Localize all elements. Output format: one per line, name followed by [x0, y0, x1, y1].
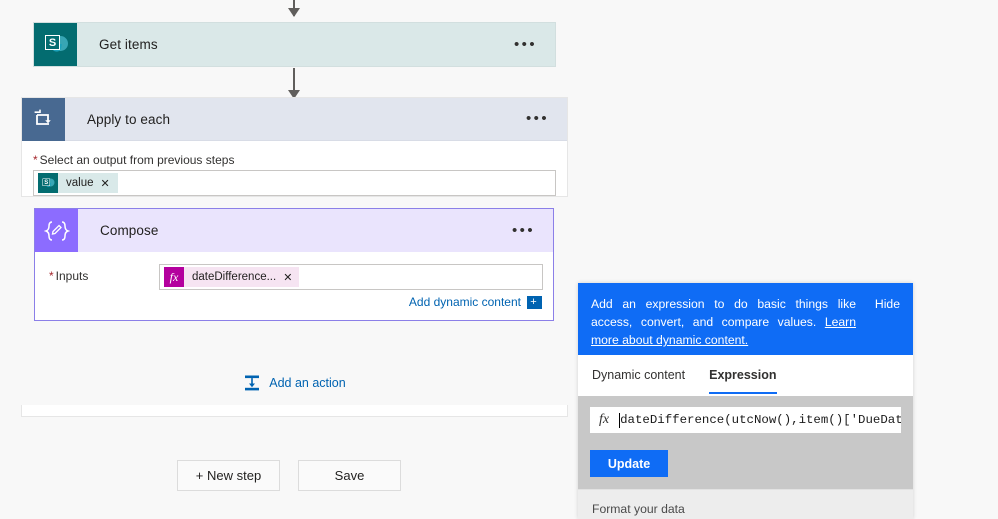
arrowhead-icon	[288, 8, 300, 17]
card-overflow-menu-button[interactable]: •••	[494, 223, 553, 238]
token-value[interactable]: S value ✕	[38, 173, 118, 193]
card-header: Compose •••	[35, 209, 553, 252]
connector-arrow-top	[288, 0, 300, 17]
plus-icon[interactable]: +	[527, 295, 542, 309]
token-expression[interactable]: fx dateDifference... ✕	[164, 267, 300, 287]
token-label: dateDifference...	[192, 271, 277, 283]
output-field-label: * Select an output from previous steps	[33, 153, 556, 167]
panel-banner-text: Add an expression to do basic things lik…	[591, 295, 900, 349]
action-card-apply-to-each[interactable]: Apply to each ••• * Select an output from…	[21, 97, 568, 197]
fx-icon: fx	[164, 267, 184, 287]
expression-input-value: dateDifference(utcNow(),item()['DueDate'…	[620, 413, 901, 427]
fx-icon: fx	[599, 412, 610, 427]
loop-icon	[22, 97, 65, 141]
action-card-get-items[interactable]: S Get items •••	[33, 22, 556, 67]
add-action-link[interactable]: Add an action	[269, 376, 345, 390]
apply-to-each-footer	[21, 405, 568, 417]
inputs-field-label-text: Inputs	[55, 269, 89, 283]
update-button-row: Update	[578, 444, 913, 489]
tab-expression[interactable]: Expression	[709, 357, 777, 394]
required-marker: *	[33, 153, 38, 167]
expression-editor-area: fx dateDifference(utcNow(),item()['DueDa…	[578, 396, 913, 444]
sharepoint-svg: S	[45, 35, 68, 52]
card-title: Apply to each	[87, 111, 171, 127]
card-overflow-menu-button[interactable]: •••	[508, 111, 567, 126]
panel-tab-list: Dynamic content Expression	[578, 355, 913, 396]
card-header: S Get items •••	[34, 23, 555, 66]
card-title: Compose	[100, 223, 159, 238]
compose-braces-icon	[35, 209, 78, 252]
compose-body: * Inputs fx dateDifference... ✕ Add dynam…	[35, 252, 553, 320]
action-card-compose[interactable]: Compose ••• * Inputs fx dateDifference...…	[34, 208, 554, 321]
loop-icon-glyph	[22, 97, 65, 141]
card-overflow-menu-button[interactable]: •••	[496, 37, 555, 52]
update-button[interactable]: Update	[590, 450, 668, 477]
token-remove-icon[interactable]: ✕	[101, 177, 112, 190]
output-select-input[interactable]: S value ✕	[33, 170, 556, 196]
card-title: Get items	[99, 37, 158, 52]
panel-banner-description: Add an expression to do basic things lik…	[591, 297, 856, 329]
save-button[interactable]: Save	[298, 460, 401, 491]
inputs-field-label: * Inputs	[49, 264, 159, 283]
tab-dynamic-content[interactable]: Dynamic content	[592, 357, 685, 394]
inputs-field-column: fx dateDifference... ✕ Add dynamic conte…	[159, 264, 543, 316]
token-remove-icon[interactable]: ✕	[283, 271, 294, 284]
flow-bottom-toolbar: + New step Save	[0, 437, 578, 519]
sharepoint-icon-glyph: S	[34, 23, 77, 66]
compose-icon-glyph	[35, 209, 78, 252]
format-your-data-section[interactable]: Format your data	[578, 489, 913, 519]
add-dynamic-content-row: Add dynamic content +	[159, 290, 543, 316]
required-marker: *	[49, 269, 54, 283]
sharepoint-svg-small: S	[42, 178, 55, 187]
sharepoint-icon: S	[38, 173, 58, 193]
panel-info-banner: Add an expression to do basic things lik…	[578, 283, 913, 355]
sharepoint-icon: S	[34, 23, 77, 66]
add-action-icon	[243, 374, 261, 392]
connector-arrow-middle	[288, 68, 300, 99]
add-action-svg	[245, 375, 260, 390]
token-label: value	[66, 177, 94, 189]
output-field-label-text: Select an output from previous steps	[39, 153, 235, 167]
inputs-input[interactable]: fx dateDifference... ✕	[159, 264, 543, 290]
expression-input[interactable]: fx dateDifference(utcNow(),item()['DueDa…	[590, 407, 901, 433]
card-header: Apply to each •••	[22, 97, 567, 141]
compose-svg	[43, 220, 70, 241]
svg-text:S: S	[49, 37, 56, 49]
hide-banner-button[interactable]: Hide	[875, 295, 900, 313]
new-step-button[interactable]: + New step	[177, 460, 280, 491]
svg-text:S: S	[44, 180, 48, 186]
add-action-row: Add an action	[21, 360, 568, 405]
loop-svg	[34, 109, 51, 125]
add-dynamic-content-link[interactable]: Add dynamic content	[409, 295, 521, 309]
dynamic-content-panel: Add an expression to do basic things lik…	[578, 283, 913, 519]
apply-to-each-body: * Select an output from previous steps S …	[22, 141, 567, 196]
